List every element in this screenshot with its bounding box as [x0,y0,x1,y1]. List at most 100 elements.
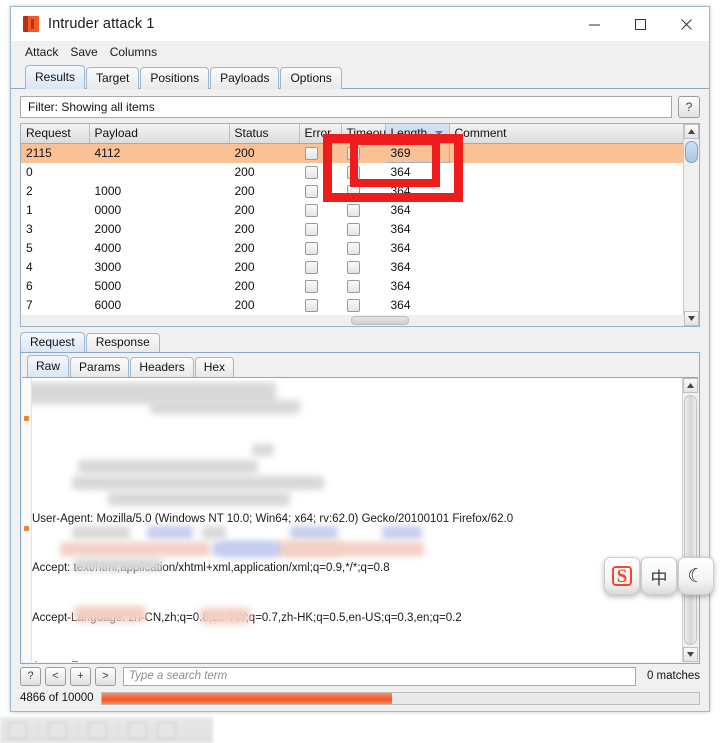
cell-timeout[interactable] [341,296,385,315]
search-previous-button[interactable]: < [45,666,66,686]
tab-raw[interactable]: Raw [27,355,70,377]
checkbox-icon[interactable] [304,165,318,179]
checkbox-icon[interactable] [304,203,318,217]
results-horizontal-scrollbar[interactable] [21,315,684,326]
table-row[interactable]: 3 2000 200 364 [21,220,699,239]
cell-timeout[interactable] [341,163,385,182]
column-header-comment[interactable]: Comment [449,124,699,144]
chinese-mode-button[interactable]: 中 [641,557,677,595]
cell-timeout[interactable] [341,143,385,163]
cell-timeout[interactable] [341,258,385,277]
cell-error[interactable] [299,143,341,163]
search-input[interactable]: Type a search term [123,666,636,686]
ime-menu-button[interactable]: ☾ [678,557,714,595]
checkbox-icon[interactable] [304,298,318,312]
tab-params[interactable]: Params [70,357,130,377]
table-row[interactable]: 7 6000 200 364 [21,296,699,315]
cell-error[interactable] [299,258,341,277]
close-button[interactable] [663,7,709,41]
request-editor[interactable]: User-Agent: Mozilla/5.0 (Windows NT 10.0… [22,377,698,662]
checkbox-icon[interactable] [346,184,360,198]
scroll-down-arrow-icon[interactable] [683,647,698,662]
tab-hex[interactable]: Hex [194,357,235,377]
checkbox-icon[interactable] [346,279,360,293]
cell-error[interactable] [299,277,341,296]
results-hscroll-thumb[interactable] [351,316,409,325]
table-row[interactable]: 6 5000 200 364 [21,277,699,296]
table-row[interactable]: 5 4000 200 364 [21,239,699,258]
table-row[interactable]: 2 1000 200 364 [21,182,699,201]
table-row[interactable]: 4 3000 200 364 [21,258,699,277]
checkbox-icon[interactable] [304,260,318,274]
checkbox-icon[interactable] [346,222,360,236]
cell-timeout[interactable] [341,220,385,239]
search-next-button[interactable]: > [95,666,116,686]
cell-error[interactable] [299,296,341,315]
menu-item-save[interactable]: Save [70,43,103,61]
checkbox-icon[interactable] [346,241,360,255]
request-scroll-thumb[interactable] [684,395,697,645]
search-add-button[interactable]: + [70,666,91,686]
menu-bar: Attack Save Columns [11,41,709,63]
checkbox-icon[interactable] [304,279,318,293]
checkbox-icon[interactable] [346,165,360,179]
tab-target[interactable]: Target [86,67,140,89]
column-header-payload[interactable]: Payload [89,124,230,144]
checkbox-icon[interactable] [346,146,360,160]
cell-error[interactable] [299,220,341,239]
checkbox-icon[interactable] [346,298,360,312]
tab-response[interactable]: Response [85,333,160,352]
tab-request[interactable]: Request [20,332,85,352]
checkbox-icon[interactable] [304,222,318,236]
results-table: Request Payload Status Error Timeout Len… [21,124,699,326]
checkbox-icon[interactable] [346,203,360,217]
cell-timeout[interactable] [341,201,385,220]
sogou-logo-button[interactable]: S [604,557,640,595]
cell-timeout[interactable] [341,239,385,258]
cell-payload: 4000 [94,241,122,255]
table-row[interactable]: 1 0000 200 364 [21,201,699,220]
search-help-button[interactable]: ? [20,666,41,686]
cell-timeout[interactable] [341,182,385,201]
checkbox-icon[interactable] [304,146,318,160]
table-row[interactable]: 0 200 364 [21,163,699,182]
tab-results[interactable]: Results [25,65,86,89]
column-header-timeout[interactable]: Timeout [341,124,389,144]
request-line: User-Agent: Mozilla/5.0 (Windows NT 10.0… [32,513,514,526]
request-line [32,413,682,429]
scroll-down-arrow-icon[interactable] [684,311,699,326]
filter-help-button[interactable]: ? [678,96,700,118]
tab-payloads[interactable]: Payloads [210,67,280,89]
filter-bar[interactable]: Filter: Showing all items [20,96,672,118]
column-header-request[interactable]: Request [21,124,90,144]
column-header-error[interactable]: Error [299,124,342,144]
scroll-up-arrow-icon[interactable] [683,378,698,393]
column-header-length[interactable]: Length [385,124,450,144]
cell-request: 5 [26,241,33,255]
checkbox-icon[interactable] [304,241,318,255]
cell-error[interactable] [299,163,341,182]
tab-positions[interactable]: Positions [140,67,210,89]
results-scroll-thumb[interactable] [685,141,698,163]
scroll-up-arrow-icon[interactable] [684,124,699,139]
sogou-ime-toolbar[interactable]: S 中 ☾ [604,557,715,595]
menu-item-columns[interactable]: Columns [110,43,163,61]
tab-options[interactable]: Options [280,67,342,89]
cell-error[interactable] [299,182,341,201]
request-vertical-scrollbar[interactable] [682,378,698,662]
cell-status: 200 [234,241,255,255]
results-vertical-scrollbar[interactable] [683,124,699,326]
column-header-status[interactable]: Status [229,124,300,144]
cell-error[interactable] [299,201,341,220]
checkbox-icon[interactable] [304,184,318,198]
menu-item-attack[interactable]: Attack [25,43,64,61]
minimize-button[interactable] [571,7,617,41]
cell-request: 1 [26,203,33,217]
table-row[interactable]: 2115 4112 200 369 [21,142,699,163]
tab-headers[interactable]: Headers [130,357,194,377]
cell-error[interactable] [299,239,341,258]
cell-timeout[interactable] [341,277,385,296]
checkbox-icon[interactable] [346,260,360,274]
maximize-button[interactable] [617,7,663,41]
cell-comment [449,163,699,182]
